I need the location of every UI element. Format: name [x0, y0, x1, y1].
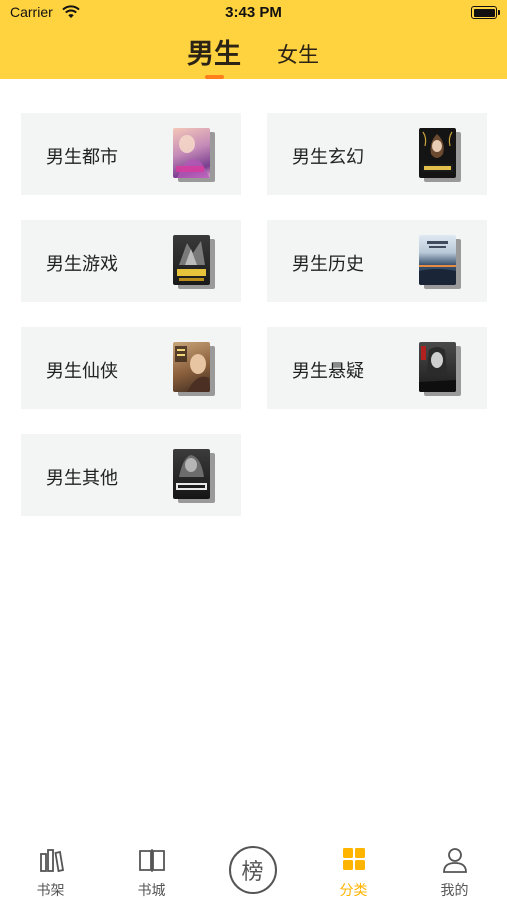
battery-icon	[471, 6, 500, 19]
tab-profile[interactable]: 我的	[404, 832, 505, 900]
category-label: 男生仙侠	[46, 361, 118, 382]
category-card-game[interactable]: 男生游戏	[21, 220, 241, 302]
category-card-urban[interactable]: 男生都市	[21, 113, 241, 195]
book-cover	[173, 235, 215, 289]
gender-tabs: 男生 女生	[0, 30, 507, 79]
book-cover	[419, 342, 461, 396]
open-book-icon	[138, 849, 165, 872]
category-card-other[interactable]: 男生其他	[21, 434, 241, 516]
category-card-fantasy[interactable]: 男生玄幻	[267, 113, 487, 195]
tab-label: 书城	[137, 883, 166, 899]
category-label: 男生玄幻	[292, 147, 364, 168]
tab-bookstore[interactable]: 书城	[101, 832, 202, 900]
category-card-history[interactable]: 男生历史	[267, 220, 487, 302]
tab-female[interactable]: 女生	[277, 39, 319, 69]
category-card-mystery[interactable]: 男生悬疑	[267, 327, 487, 409]
category-label: 男生都市	[46, 147, 118, 168]
person-icon	[442, 848, 467, 873]
category-label: 男生历史	[292, 254, 364, 275]
status-bar: Carrier 3:43 PM	[0, 0, 507, 28]
book-cover	[419, 128, 461, 182]
active-tab-indicator	[205, 75, 224, 79]
category-label: 男生悬疑	[292, 361, 364, 382]
tab-label: 分类	[339, 883, 368, 899]
tab-bookshelf[interactable]: 书架	[0, 832, 101, 900]
tab-label: 书架	[36, 883, 65, 899]
grid-icon	[342, 848, 365, 870]
book-cover	[173, 128, 215, 182]
category-card-xianxia[interactable]: 男生仙侠	[21, 327, 241, 409]
tab-ranking[interactable]: 榜	[202, 832, 303, 900]
tab-label: 我的	[440, 883, 469, 899]
category-label: 男生其他	[46, 468, 118, 489]
tab-category[interactable]: 分类	[303, 832, 404, 900]
top-header: Carrier 3:43 PM 男生 女生	[0, 0, 507, 79]
book-cover	[419, 235, 461, 289]
ranking-icon: 榜	[228, 846, 277, 894]
tab-male[interactable]: 男生	[187, 32, 241, 71]
status-time: 3:43 PM	[225, 4, 282, 21]
bottom-tab-bar: 书架 书城 榜 分类 我的	[0, 832, 507, 900]
book-cover	[173, 449, 215, 503]
book-cover	[173, 342, 215, 396]
category-label: 男生游戏	[46, 254, 118, 275]
bookshelf-icon	[39, 849, 64, 873]
